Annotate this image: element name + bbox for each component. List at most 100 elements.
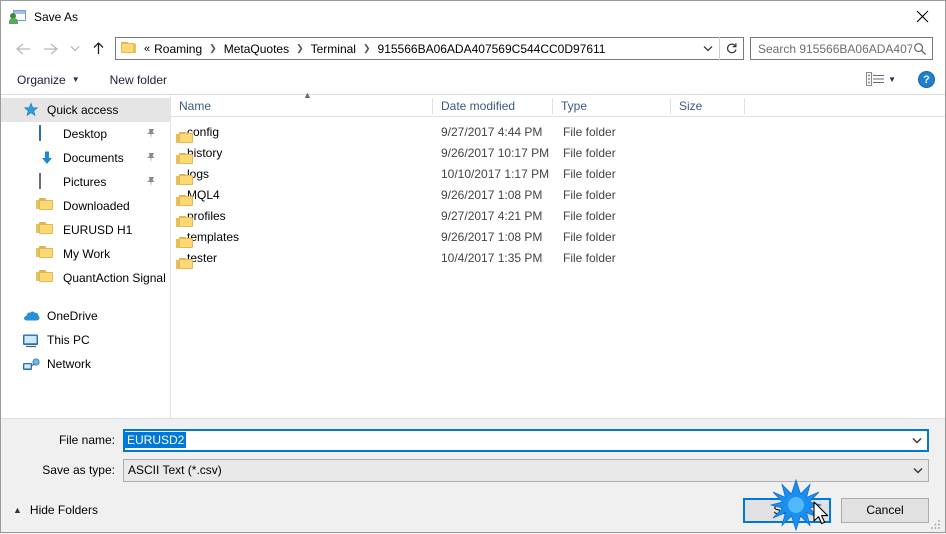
file-date: 10/10/2017 1:17 PM: [441, 166, 550, 181]
search-icon: [912, 41, 928, 57]
breadcrumb-separator: ❯: [209, 43, 217, 53]
filename-input[interactable]: EURUSD2: [123, 428, 929, 452]
table-row[interactable]: tester 10/4/2017 1:35 PM File folder: [171, 247, 945, 269]
save-button[interactable]: Save: [743, 497, 831, 523]
sidebar-item-label: OneDrive: [47, 309, 98, 323]
sidebar-item-label: My Work: [63, 247, 111, 261]
help-button[interactable]: ?: [918, 71, 935, 88]
sidebar-item-onedrive[interactable]: OneDrive: [1, 304, 170, 328]
navigation-bar: « Roaming ❯ MetaQuotes ❯ Terminal ❯ 9155…: [1, 32, 945, 65]
column-header-type[interactable]: Type: [553, 95, 671, 117]
sidebar-item-eurusd-h1[interactable]: EURUSD H1: [1, 218, 170, 242]
desktop-icon: [39, 125, 56, 142]
navigation-pane: Quick access Desktop Documents Pictures …: [1, 95, 171, 418]
view-options-icon[interactable]: [866, 71, 886, 88]
filename-row: File name: EURUSD2: [1, 428, 945, 452]
sidebar-item-downloaded[interactable]: Downloaded: [1, 194, 170, 218]
table-row[interactable]: templates 9/26/2017 1:08 PM File folder: [171, 226, 945, 248]
window-title: Save As: [34, 9, 79, 24]
filetype-chevron-down-icon[interactable]: [907, 460, 928, 481]
folder-icon: [36, 270, 56, 286]
table-row[interactable]: logs 10/10/2017 1:17 PM File folder: [171, 163, 945, 185]
file-date: 10/4/2017 1:35 PM: [441, 250, 543, 265]
pin-icon: [146, 176, 156, 188]
folder-icon: [36, 198, 56, 214]
file-type: File folder: [563, 145, 616, 160]
filetype-label: Save as type:: [42, 463, 115, 477]
column-header-name[interactable]: ▲ Name: [171, 90, 433, 117]
sort-ascending-icon: ▲: [303, 89, 312, 100]
sidebar-item-network[interactable]: Network: [1, 352, 170, 376]
column-header-label: Type: [561, 98, 588, 113]
sidebar-item-label: This PC: [47, 333, 90, 347]
breadcrumb: « Roaming ❯ MetaQuotes ❯ Terminal ❯ 9155…: [142, 41, 697, 57]
file-type: File folder: [563, 208, 616, 223]
table-row[interactable]: history 9/26/2017 10:17 PM File folder: [171, 142, 945, 164]
file-type: File folder: [563, 229, 616, 244]
sidebar-item-label: Pictures: [63, 175, 107, 189]
filetype-select[interactable]: ASCII Text (*.csv): [123, 458, 929, 482]
breadcrumb-item-0[interactable]: Roaming: [152, 41, 204, 57]
sidebar-item-pictures[interactable]: Pictures: [1, 170, 170, 194]
folder-icon: [36, 246, 56, 262]
title-bar: Save As: [1, 1, 945, 32]
sidebar-item-label: Documents: [63, 151, 124, 165]
column-header-date-modified[interactable]: Date modified: [433, 95, 553, 117]
file-type: File folder: [563, 250, 616, 265]
search-input[interactable]: Search 915566BA06ADA40756...: [758, 42, 912, 56]
sidebar-item-my-work[interactable]: My Work: [1, 242, 170, 266]
table-row[interactable]: config 9/27/2017 4:44 PM File folder: [171, 121, 945, 143]
file-type: File folder: [563, 124, 616, 139]
cloud-icon: [23, 308, 40, 324]
file-date: 9/27/2017 4:44 PM: [441, 124, 543, 139]
sidebar-item-quick-access[interactable]: Quick access: [1, 98, 170, 122]
organize-button[interactable]: Organize ▼: [17, 73, 80, 87]
dialog-content: Quick access Desktop Documents Pictures …: [1, 90, 945, 418]
folder-icon: [36, 222, 56, 238]
recent-locations-chevron-down-icon[interactable]: [65, 35, 85, 63]
breadcrumb-item-2[interactable]: Terminal: [309, 41, 358, 57]
dialog-footer: ▲ Hide Folders Save Cancel: [1, 488, 945, 532]
sidebar-item-label: Downloaded: [63, 199, 130, 213]
column-header-label: Size: [679, 98, 703, 113]
address-chevron-down-icon[interactable]: [697, 38, 719, 59]
cancel-button[interactable]: Cancel: [841, 497, 929, 523]
filetype-value: ASCII Text (*.csv): [128, 463, 222, 477]
sidebar-item-quantaction-signal[interactable]: QuantAction Signal: [1, 266, 170, 290]
save-as-dialog: Save As « Roaming ❯ MetaQuotes ❯ Termina…: [0, 0, 946, 533]
resize-grip[interactable]: [930, 518, 942, 530]
table-row[interactable]: profiles 9/27/2017 4:21 PM File folder: [171, 205, 945, 227]
sidebar-item-label: QuantAction Signal: [63, 271, 166, 285]
breadcrumb-overflow[interactable]: «: [142, 42, 152, 56]
table-row[interactable]: MQL4 9/26/2017 1:08 PM File folder: [171, 184, 945, 206]
up-one-level-icon[interactable]: [85, 35, 111, 63]
breadcrumb-separator: ❯: [296, 43, 304, 53]
address-bar[interactable]: « Roaming ❯ MetaQuotes ❯ Terminal ❯ 9155…: [115, 37, 744, 60]
pin-icon: [146, 128, 156, 140]
hide-folders-button[interactable]: ▲ Hide Folders: [13, 503, 98, 517]
sidebar-item-desktop[interactable]: Desktop: [1, 122, 170, 146]
breadcrumb-item-3[interactable]: 915566BA06ADA407569C544CC0D97611: [376, 41, 608, 57]
pictures-icon: [39, 173, 56, 190]
sidebar-item-documents[interactable]: Documents: [1, 146, 170, 170]
forward-icon[interactable]: [37, 35, 65, 63]
filename-chevron-down-icon[interactable]: [906, 431, 927, 450]
file-name: templates: [187, 229, 240, 244]
column-header-label: Date modified: [441, 98, 516, 113]
sidebar-item-label: EURUSD H1: [63, 223, 133, 237]
close-icon[interactable]: [899, 1, 945, 32]
sidebar-item-this-pc[interactable]: This PC: [1, 328, 170, 352]
back-icon[interactable]: [9, 35, 37, 63]
filetype-row: Save as type: ASCII Text (*.csv): [1, 458, 945, 482]
new-folder-button[interactable]: New folder: [110, 73, 167, 87]
column-header-size[interactable]: Size: [671, 95, 745, 117]
refresh-icon[interactable]: [719, 37, 743, 60]
save-as-icon: [9, 9, 26, 25]
file-date: 9/27/2017 4:21 PM: [441, 208, 543, 223]
search-box[interactable]: Search 915566BA06ADA40756...: [750, 37, 933, 60]
network-icon: [23, 356, 40, 372]
chevron-up-icon: ▲: [13, 505, 22, 515]
view-chevron-down-icon[interactable]: ▼: [888, 75, 896, 84]
breadcrumb-item-1[interactable]: MetaQuotes: [222, 41, 291, 57]
